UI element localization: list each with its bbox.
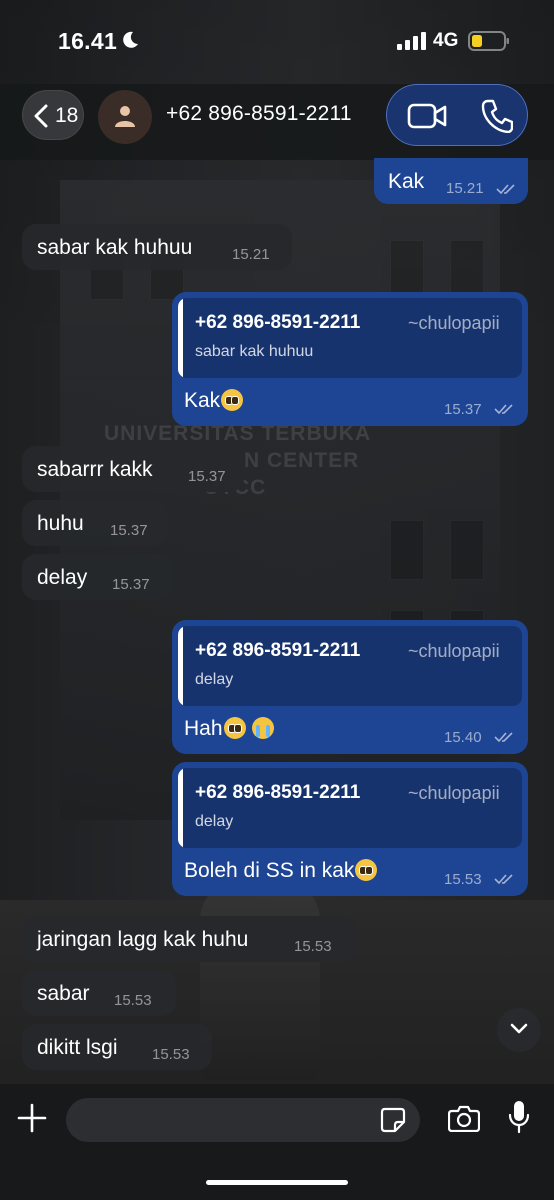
message-incoming[interactable]: huhu 15.37: [22, 500, 168, 546]
quote-sender: +62 896-8591-2211: [195, 312, 361, 333]
back-chevron-icon: [34, 104, 48, 128]
avatar[interactable]: [98, 90, 152, 144]
moon-icon: [123, 31, 138, 48]
call-actions: [386, 84, 528, 146]
crying-face-emoji: [252, 717, 275, 739]
double-check-icon: [496, 184, 515, 195]
quote-text: delay: [195, 813, 234, 830]
scroll-to-bottom-button[interactable]: [497, 1008, 541, 1052]
pleading-face-emoji: [221, 389, 244, 411]
message-outgoing[interactable]: +62 896-8591-2211 ~chulopapii sabar kak …: [172, 292, 528, 426]
message-incoming[interactable]: sabarrr kakk 15.37: [22, 446, 244, 492]
message-incoming[interactable]: sabar kak huhuu 15.21: [22, 224, 292, 270]
quoted-message[interactable]: +62 896-8591-2211 ~chulopapii sabar kak …: [178, 298, 522, 378]
message-time: 15.21: [446, 180, 484, 197]
message-outgoing[interactable]: +62 896-8591-2211 ~chulopapii delay Bole…: [172, 762, 528, 896]
message-incoming[interactable]: sabar 15.53: [22, 970, 176, 1016]
pleading-face-emoji: [355, 859, 378, 881]
message-text: huhu: [37, 512, 84, 535]
quote-handle: ~chulopapii: [408, 641, 500, 661]
pleading-face-emoji: [223, 717, 246, 739]
contact-name[interactable]: +62 896-8591-2211: [166, 102, 352, 126]
video-call-icon[interactable]: [407, 102, 447, 130]
back-button[interactable]: 18: [22, 90, 84, 140]
quote-text: sabar kak huhuu: [195, 343, 314, 360]
message-text: Kak: [388, 170, 425, 193]
status-bar: 16.41 4G: [0, 0, 554, 84]
message-input[interactable]: [66, 1098, 420, 1142]
chat-header: 18 +62 896-8591-2211: [0, 84, 554, 160]
message-text: jaringan lagg kak huhu: [37, 928, 249, 951]
mic-icon[interactable]: [508, 1100, 530, 1134]
message-time: 15.37: [112, 576, 150, 593]
message-time: 15.53: [152, 1046, 190, 1063]
message-time: 15.21: [232, 246, 270, 263]
quote-handle: ~chulopapii: [408, 783, 500, 803]
message-text: sabar: [37, 982, 90, 1005]
quoted-message[interactable]: +62 896-8591-2211 ~chulopapii delay: [178, 626, 522, 706]
message-time: 15.37: [110, 522, 148, 539]
message-text: dikitt lsgi: [37, 1036, 118, 1059]
message-time: 15.37: [188, 468, 226, 485]
camera-icon[interactable]: [448, 1104, 480, 1132]
signal-icon: [397, 32, 426, 50]
plus-icon[interactable]: [16, 1102, 48, 1134]
message-text: Boleh di SS in kak: [184, 859, 378, 883]
message-incoming[interactable]: jaringan lagg kak huhu 15.53: [22, 916, 356, 962]
quote-text: delay: [195, 671, 234, 688]
message-time: 15.40: [444, 729, 482, 746]
double-check-icon: [494, 404, 513, 415]
message-text: Hah: [184, 717, 275, 741]
wallpaper-person: [200, 880, 320, 1080]
message-composer: [0, 1084, 554, 1200]
message-outgoing[interactable]: Kak 15.21: [374, 158, 528, 204]
chevron-down-icon: [510, 1023, 528, 1034]
avatar-person-icon: [115, 106, 135, 127]
quote-sender: +62 896-8591-2211: [195, 640, 361, 661]
double-check-icon: [494, 732, 513, 743]
sticker-icon[interactable]: [380, 1107, 406, 1133]
message-incoming[interactable]: delay 15.37: [22, 554, 172, 600]
message-incoming[interactable]: dikitt lsgi 15.53: [22, 1024, 212, 1070]
network-label: 4G: [433, 30, 459, 51]
message-text: delay: [37, 566, 88, 589]
phone-call-icon[interactable]: [481, 99, 513, 133]
message-text: sabarrr kakk: [37, 458, 153, 481]
quote-handle: ~chulopapii: [408, 313, 500, 333]
message-text: sabar kak huhuu: [37, 236, 193, 259]
message-time: 15.53: [294, 938, 332, 955]
message-time: 15.37: [444, 401, 482, 418]
home-indicator[interactable]: [206, 1180, 348, 1185]
battery-icon: [468, 31, 509, 51]
double-check-icon: [494, 874, 513, 885]
message-time: 15.53: [114, 992, 152, 1009]
message-text: Kak: [184, 389, 244, 413]
quote-sender: +62 896-8591-2211: [195, 782, 361, 803]
message-time: 15.53: [444, 871, 482, 888]
quoted-message[interactable]: +62 896-8591-2211 ~chulopapii delay: [178, 768, 522, 848]
unread-count: 18: [55, 104, 79, 127]
status-time: 16.41: [58, 28, 118, 54]
message-outgoing[interactable]: +62 896-8591-2211 ~chulopapii delay Hah …: [172, 620, 528, 754]
